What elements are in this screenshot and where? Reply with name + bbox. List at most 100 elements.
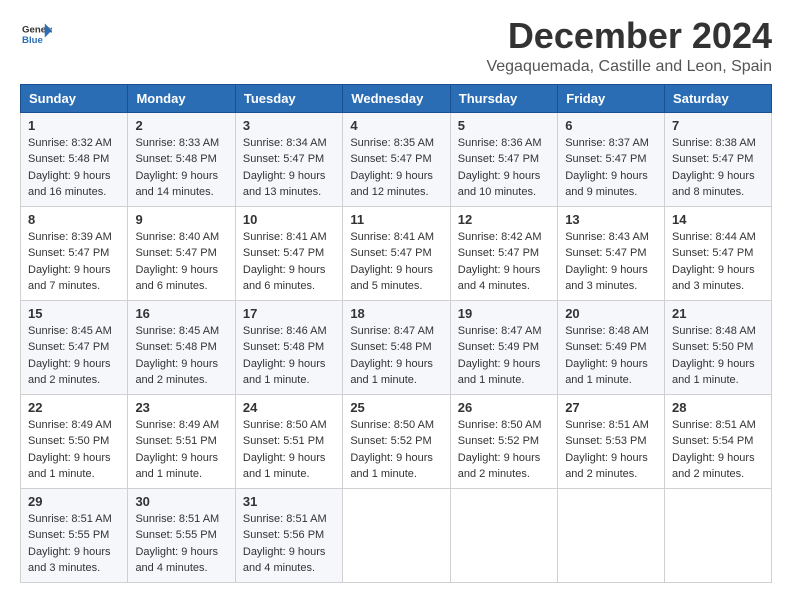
day-info: Sunrise: 8:38 AMSunset: 5:47 PMDaylight:… xyxy=(672,135,764,201)
day-info: Sunrise: 8:46 AMSunset: 5:48 PMDaylight:… xyxy=(243,323,335,389)
calendar-cell: 2Sunrise: 8:33 AMSunset: 5:48 PMDaylight… xyxy=(128,112,235,206)
calendar-cell: 21Sunrise: 8:48 AMSunset: 5:50 PMDayligh… xyxy=(665,300,772,394)
calendar-cell: 30 Sunrise: 8:51 AMSunset: 5:55 PMDayligh… xyxy=(128,488,235,582)
day-number: 17 xyxy=(243,306,335,321)
day-info: Sunrise: 8:41 AMSunset: 5:47 PMDaylight:… xyxy=(350,229,442,295)
day-number: 28 xyxy=(672,400,764,415)
calendar-cell: 18 Sunrise: 8:47 AMSunset: 5:48 PMDayligh… xyxy=(343,300,450,394)
day-info: Sunrise: 8:50 AMSunset: 5:51 PMDaylight:… xyxy=(243,417,335,483)
day-info: Sunrise: 8:51 AMSunset: 5:55 PMDaylight:… xyxy=(135,511,227,577)
day-number: 27 xyxy=(565,400,657,415)
day-info: Sunrise: 8:51 AMSunset: 5:54 PMDaylight:… xyxy=(672,417,764,483)
day-info: Sunrise: 8:45 AMSunset: 5:48 PMDaylight:… xyxy=(135,323,227,389)
day-info: Sunrise: 8:33 AMSunset: 5:48 PMDaylight:… xyxy=(135,135,227,201)
calendar-cell: 31 Sunrise: 8:51 AMSunset: 5:56 PMDayligh… xyxy=(235,488,342,582)
week-row-2: 8 Sunrise: 8:39 AMSunset: 5:47 PMDaylight… xyxy=(21,206,772,300)
calendar-cell: 5 Sunrise: 8:36 AMSunset: 5:47 PMDaylight… xyxy=(450,112,557,206)
calendar-cell: 13 Sunrise: 8:43 AMSunset: 5:47 PMDayligh… xyxy=(558,206,665,300)
day-number: 10 xyxy=(243,212,335,227)
day-info: Sunrise: 8:48 AMSunset: 5:49 PMDaylight:… xyxy=(565,323,657,389)
calendar-cell: 17 Sunrise: 8:46 AMSunset: 5:48 PMDayligh… xyxy=(235,300,342,394)
day-number: 14 xyxy=(672,212,764,227)
calendar-cell: 16 Sunrise: 8:45 AMSunset: 5:48 PMDayligh… xyxy=(128,300,235,394)
calendar-cell xyxy=(343,488,450,582)
header: General Blue December 2024 Vegaquemada, … xyxy=(20,16,772,76)
calendar-cell: 25 Sunrise: 8:50 AMSunset: 5:52 PMDayligh… xyxy=(343,394,450,488)
calendar-cell: 26Sunrise: 8:50 AMSunset: 5:52 PMDayligh… xyxy=(450,394,557,488)
day-number: 19 xyxy=(458,306,550,321)
day-info: Sunrise: 8:40 AMSunset: 5:47 PMDaylight:… xyxy=(135,229,227,295)
day-number: 24 xyxy=(243,400,335,415)
day-number: 8 xyxy=(28,212,120,227)
month-title: December 2024 xyxy=(486,16,772,56)
day-info: Sunrise: 8:51 AMSunset: 5:56 PMDaylight:… xyxy=(243,511,335,577)
week-row-5: 29 Sunrise: 8:51 AMSunset: 5:55 PMDayligh… xyxy=(21,488,772,582)
calendar-cell xyxy=(558,488,665,582)
logo-icon: General Blue xyxy=(20,20,52,48)
day-info: Sunrise: 8:36 AMSunset: 5:47 PMDaylight:… xyxy=(458,135,550,201)
day-of-week-friday: Friday xyxy=(558,84,665,112)
day-info: Sunrise: 8:51 AMSunset: 5:55 PMDaylight:… xyxy=(28,511,120,577)
calendar-cell: 3Sunrise: 8:34 AMSunset: 5:47 PMDaylight… xyxy=(235,112,342,206)
day-info: Sunrise: 8:49 AMSunset: 5:51 PMDaylight:… xyxy=(135,417,227,483)
week-row-4: 22 Sunrise: 8:49 AMSunset: 5:50 PMDayligh… xyxy=(21,394,772,488)
day-number: 23 xyxy=(135,400,227,415)
week-row-3: 15Sunrise: 8:45 AMSunset: 5:47 PMDayligh… xyxy=(21,300,772,394)
calendar-cell: 22 Sunrise: 8:49 AMSunset: 5:50 PMDayligh… xyxy=(21,394,128,488)
day-of-week-wednesday: Wednesday xyxy=(343,84,450,112)
calendar-cell: 4 Sunrise: 8:35 AMSunset: 5:47 PMDaylight… xyxy=(343,112,450,206)
calendar-cell xyxy=(450,488,557,582)
day-number: 11 xyxy=(350,212,442,227)
calendar-cell: 9Sunrise: 8:40 AMSunset: 5:47 PMDaylight… xyxy=(128,206,235,300)
calendar-cell: 7 Sunrise: 8:38 AMSunset: 5:47 PMDaylight… xyxy=(665,112,772,206)
calendar-cell: 27 Sunrise: 8:51 AMSunset: 5:53 PMDayligh… xyxy=(558,394,665,488)
day-info: Sunrise: 8:51 AMSunset: 5:53 PMDaylight:… xyxy=(565,417,657,483)
calendar-cell: 10 Sunrise: 8:41 AMSunset: 5:47 PMDayligh… xyxy=(235,206,342,300)
day-number: 29 xyxy=(28,494,120,509)
day-info: Sunrise: 8:47 AMSunset: 5:49 PMDaylight:… xyxy=(458,323,550,389)
day-number: 16 xyxy=(135,306,227,321)
day-number: 4 xyxy=(350,118,442,133)
day-info: Sunrise: 8:32 AMSunset: 5:48 PMDaylight:… xyxy=(28,135,120,201)
day-number: 18 xyxy=(350,306,442,321)
day-info: Sunrise: 8:47 AMSunset: 5:48 PMDaylight:… xyxy=(350,323,442,389)
day-of-week-sunday: Sunday xyxy=(21,84,128,112)
calendar-cell: 14 Sunrise: 8:44 AMSunset: 5:47 PMDayligh… xyxy=(665,206,772,300)
header-row: SundayMondayTuesdayWednesdayThursdayFrid… xyxy=(21,84,772,112)
day-number: 20 xyxy=(565,306,657,321)
day-of-week-saturday: Saturday xyxy=(665,84,772,112)
calendar-cell: 15Sunrise: 8:45 AMSunset: 5:47 PMDayligh… xyxy=(21,300,128,394)
calendar-cell: 20 Sunrise: 8:48 AMSunset: 5:49 PMDayligh… xyxy=(558,300,665,394)
calendar-cell: 29 Sunrise: 8:51 AMSunset: 5:55 PMDayligh… xyxy=(21,488,128,582)
day-info: Sunrise: 8:50 AMSunset: 5:52 PMDaylight:… xyxy=(350,417,442,483)
calendar-cell: 6Sunrise: 8:37 AMSunset: 5:47 PMDaylight… xyxy=(558,112,665,206)
calendar-cell: 23 Sunrise: 8:49 AMSunset: 5:51 PMDayligh… xyxy=(128,394,235,488)
day-number: 12 xyxy=(458,212,550,227)
day-info: Sunrise: 8:35 AMSunset: 5:47 PMDaylight:… xyxy=(350,135,442,201)
calendar-cell: 12Sunrise: 8:42 AMSunset: 5:47 PMDayligh… xyxy=(450,206,557,300)
day-info: Sunrise: 8:49 AMSunset: 5:50 PMDaylight:… xyxy=(28,417,120,483)
day-number: 13 xyxy=(565,212,657,227)
calendar-cell: 8 Sunrise: 8:39 AMSunset: 5:47 PMDaylight… xyxy=(21,206,128,300)
day-info: Sunrise: 8:44 AMSunset: 5:47 PMDaylight:… xyxy=(672,229,764,295)
title-area: December 2024 Vegaquemada, Castille and … xyxy=(486,16,772,76)
svg-text:Blue: Blue xyxy=(22,35,43,46)
calendar-cell: 28 Sunrise: 8:51 AMSunset: 5:54 PMDayligh… xyxy=(665,394,772,488)
calendar-cell xyxy=(665,488,772,582)
day-number: 7 xyxy=(672,118,764,133)
day-info: Sunrise: 8:48 AMSunset: 5:50 PMDaylight:… xyxy=(672,323,764,389)
day-number: 15 xyxy=(28,306,120,321)
day-number: 22 xyxy=(28,400,120,415)
day-number: 25 xyxy=(350,400,442,415)
calendar-cell: 11 Sunrise: 8:41 AMSunset: 5:47 PMDayligh… xyxy=(343,206,450,300)
day-number: 3 xyxy=(243,118,335,133)
day-info: Sunrise: 8:43 AMSunset: 5:47 PMDaylight:… xyxy=(565,229,657,295)
day-info: Sunrise: 8:39 AMSunset: 5:47 PMDaylight:… xyxy=(28,229,120,295)
day-info: Sunrise: 8:41 AMSunset: 5:47 PMDaylight:… xyxy=(243,229,335,295)
day-number: 31 xyxy=(243,494,335,509)
calendar-table: SundayMondayTuesdayWednesdayThursdayFrid… xyxy=(20,84,772,583)
day-info: Sunrise: 8:37 AMSunset: 5:47 PMDaylight:… xyxy=(565,135,657,201)
location-title: Vegaquemada, Castille and Leon, Spain xyxy=(486,58,772,76)
day-number: 30 xyxy=(135,494,227,509)
day-number: 5 xyxy=(458,118,550,133)
